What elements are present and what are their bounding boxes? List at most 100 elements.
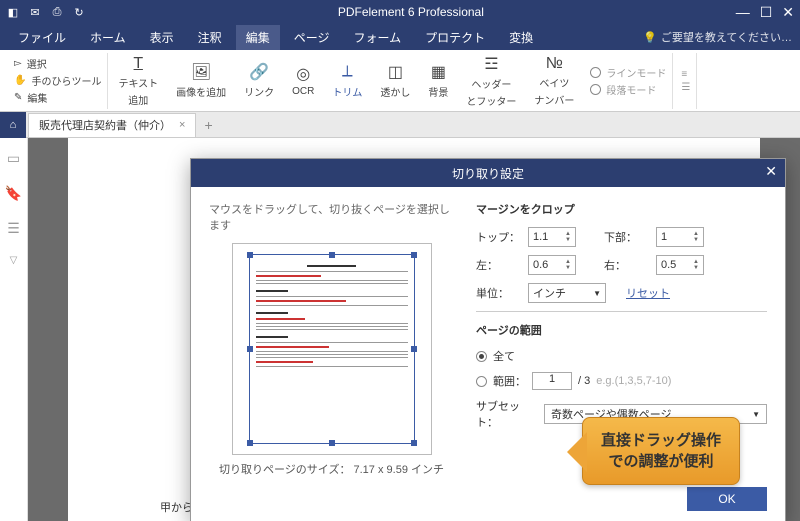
edit-mode-group: ラインモード 段落モード (584, 53, 673, 109)
maximize-button[interactable]: ☐ (760, 4, 773, 21)
page-preview[interactable] (232, 243, 432, 455)
mail-icon[interactable]: ✉ (28, 5, 42, 19)
unit-label: 単位： (476, 285, 520, 301)
text-icon: T̲ (128, 55, 148, 73)
tab-label: 販売代理店契約書（仲介） (39, 117, 171, 133)
dialog-title: 切り取り設定 (452, 165, 524, 182)
radio-icon (476, 351, 487, 362)
titlebar: ◧ ✉ ⎙ ↻ PDFelement 6 Professional — ☐ ✕ (0, 0, 800, 24)
menu-view[interactable]: 表示 (140, 25, 184, 50)
ribbon: ▻選択 ✋手のひらツール ✎編集 T̲ テキスト 追加 🖼 画像を追加 🔗 リン… (0, 50, 800, 112)
menu-protect[interactable]: プロテクト (415, 25, 495, 50)
top-label: トップ： (476, 229, 520, 245)
background-icon: ▦ (428, 62, 448, 82)
close-icon[interactable]: ✕ (765, 163, 777, 180)
ribbon-text[interactable]: T̲ テキスト 追加 (110, 53, 166, 109)
divider (476, 311, 767, 312)
radio-icon (590, 67, 601, 78)
reset-link[interactable]: リセット (626, 285, 670, 301)
crop-icon: ⟂ (337, 62, 357, 82)
add-tab[interactable]: + (196, 117, 220, 133)
menu-home[interactable]: ホーム (80, 25, 136, 50)
select-tool[interactable]: ▻選択 (14, 56, 101, 71)
ribbon-watermark[interactable]: ◫ 透かし (372, 53, 418, 109)
range-total: / 3 (578, 375, 590, 387)
preview-pane: マウスをドラッグして、切り抜くページを選択します (209, 201, 454, 477)
menu-convert[interactable]: 変換 (499, 25, 543, 50)
close-icon[interactable]: × (179, 119, 185, 131)
ribbon-background[interactable]: ▦ 背景 (420, 53, 456, 109)
ribbon-link[interactable]: 🔗 リンク (236, 53, 282, 109)
bottom-label: 下部： (604, 229, 648, 245)
hand-tool[interactable]: ✋手のひらツール (14, 73, 101, 88)
radio-icon (476, 376, 487, 387)
menu-form[interactable]: フォーム (343, 25, 411, 50)
ribbon-header-footer[interactable]: ☲ ヘッダー とフッター (458, 53, 524, 109)
range-custom[interactable]: 範囲： 1 / 3 e.g.(1,3,5,7-10) (476, 372, 767, 390)
range-all[interactable]: 全て (476, 348, 767, 364)
handle-tc[interactable] (329, 252, 335, 258)
bookmark-icon[interactable]: 🔖 (5, 185, 22, 202)
link-icon: 🔗 (249, 62, 269, 82)
help-hint[interactable]: 💡ご要望を教えてください… (643, 29, 792, 45)
window-controls: — ☐ ✕ (736, 4, 794, 21)
ocr-icon: ◎ (293, 64, 313, 84)
bates-icon: № (544, 55, 564, 73)
crop-box[interactable] (249, 254, 415, 444)
edit-icon: ✎ (14, 92, 22, 103)
edit-tool[interactable]: ✎編集 (14, 90, 101, 105)
minimize-button[interactable]: — (736, 4, 750, 21)
app-icon: ◧ (6, 5, 20, 19)
align-icon[interactable]: ≡ (681, 69, 690, 80)
menubar: ファイル ホーム 表示 注釈 編集 ページ フォーム プロテクト 変換 💡ご要望… (0, 24, 800, 50)
ribbon-ocr[interactable]: ◎ OCR (284, 53, 322, 109)
left-label: 左： (476, 257, 520, 273)
handle-ml[interactable] (247, 346, 253, 352)
subset-label: サブセット： (476, 398, 536, 430)
line-mode[interactable]: ラインモード (590, 65, 666, 80)
redo-icon[interactable]: ↻ (72, 5, 86, 19)
watermark-icon: ◫ (385, 62, 405, 82)
range-from-input[interactable]: 1 (532, 372, 572, 390)
menu-page[interactable]: ページ (284, 25, 340, 50)
print-icon[interactable]: ⎙ (50, 5, 64, 19)
radio-icon (590, 84, 601, 95)
handle-br[interactable] (411, 440, 417, 446)
menu-edit[interactable]: 編集 (236, 25, 280, 50)
header-icon: ☲ (481, 54, 501, 74)
bulb-icon: 💡 (643, 31, 657, 44)
left-input[interactable]: 0.6▲▼ (528, 255, 576, 275)
unit-select[interactable]: インチ▼ (528, 283, 606, 303)
top-input[interactable]: 1.1▲▼ (528, 227, 576, 247)
handle-bc[interactable] (329, 440, 335, 446)
search-panel-icon[interactable]: ☰ (7, 220, 20, 237)
quick-access: ◧ ✉ ⎙ ↻ (6, 5, 86, 19)
document-tab[interactable]: 販売代理店契約書（仲介） × (28, 113, 196, 137)
paragraph-mode[interactable]: 段落モード (590, 82, 666, 97)
handle-tl[interactable] (247, 252, 253, 258)
ribbon-bates[interactable]: № ベイツ ナンバー (526, 53, 582, 109)
home-tab[interactable]: ⌂ (0, 112, 26, 138)
right-input[interactable]: 0.5▲▼ (656, 255, 704, 275)
ribbon-image[interactable]: 🖼 画像を追加 (168, 53, 234, 109)
instruction-text: マウスをドラッグして、切り抜くページを選択します (209, 201, 454, 233)
handle-mr[interactable] (411, 346, 417, 352)
ribbon-trim[interactable]: ⟂ トリム (324, 53, 370, 109)
menu-annotate[interactable]: 注釈 (188, 25, 232, 50)
align-icon[interactable]: ☰ (681, 82, 690, 93)
cursor-icon: ▻ (14, 58, 22, 69)
thumbnails-icon[interactable]: ▭ (7, 150, 20, 167)
tab-strip: ⌂ 販売代理店契約書（仲介） × + (0, 112, 800, 138)
callout-line1: 直接ドラッグ操作 (601, 430, 721, 451)
hand-icon: ✋ (14, 75, 26, 86)
close-button[interactable]: ✕ (782, 4, 794, 21)
handle-tr[interactable] (411, 252, 417, 258)
align-group: ≡ ☰ (675, 53, 697, 109)
menu-file[interactable]: ファイル (8, 25, 76, 50)
annotation-callout: 直接ドラッグ操作 での調整が便利 (582, 417, 740, 485)
chevron-down-icon[interactable]: ▽ (10, 255, 18, 266)
bottom-input[interactable]: 1▲▼ (656, 227, 704, 247)
side-rail: ▭ 🔖 ☰ ▽ (0, 138, 28, 521)
handle-bl[interactable] (247, 440, 253, 446)
ok-button[interactable]: OK (687, 487, 767, 511)
